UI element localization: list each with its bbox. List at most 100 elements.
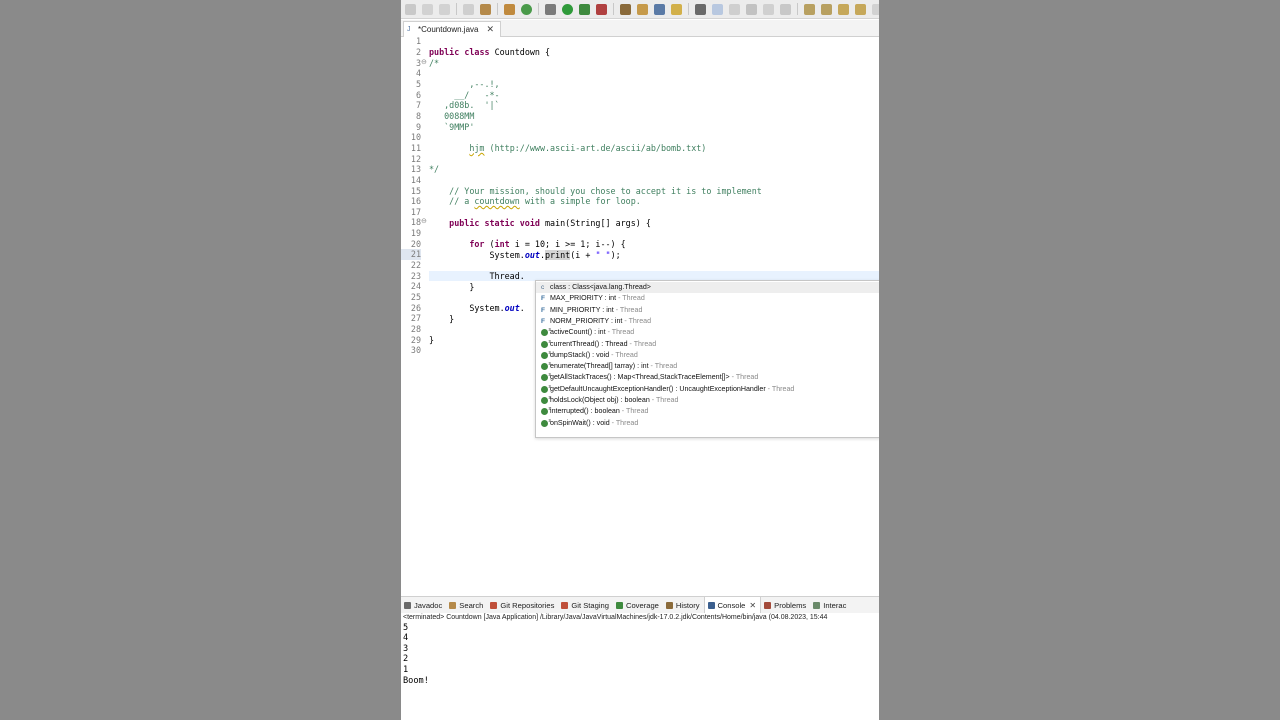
- completion-item[interactable]: getAllStackTraces() : Map<Thread,StackTr…: [536, 372, 879, 383]
- ascii-art-line: ,--.!,: [429, 79, 500, 89]
- save-all-icon[interactable]: [439, 3, 450, 15]
- completion-name: activeCount() : int: [550, 328, 606, 337]
- line-number: 30: [410, 345, 421, 356]
- prev-annotation-icon[interactable]: [821, 3, 832, 15]
- static-method-icon: [541, 361, 551, 370]
- console-view[interactable]: <terminated> Countdown [Java Application…: [401, 613, 879, 720]
- tab-label: Problems: [774, 600, 807, 610]
- static-method-icon: [541, 418, 551, 427]
- tab-coverage[interactable]: Coverage: [613, 597, 663, 613]
- tab-git-repositories[interactable]: Git Repositories: [487, 597, 558, 613]
- line-number: 25: [410, 292, 421, 302]
- completion-item[interactable]: onSpinWait() : void - Thread: [536, 418, 879, 429]
- open-task-icon[interactable]: [671, 3, 682, 15]
- pilcrow-icon[interactable]: [763, 3, 774, 15]
- completion-item[interactable]: F NORM_PRIORITY : int - Thread: [536, 316, 879, 327]
- new-icon[interactable]: [405, 3, 416, 15]
- completion-item[interactable]: interrupted() : boolean - Thread: [536, 406, 879, 417]
- completion-owner: - Thread: [649, 396, 679, 404]
- close-icon[interactable]: ✕: [749, 601, 756, 610]
- search-icon: [449, 601, 457, 609]
- static-field-icon: F: [541, 317, 545, 325]
- static-method-icon: [541, 350, 551, 359]
- fold-toggle-icon[interactable]: ⊖: [421, 217, 427, 228]
- ascii-art-line: __/ -*-: [429, 89, 500, 100]
- block-selection-icon[interactable]: [746, 3, 757, 15]
- toolbar-separator: [497, 3, 498, 15]
- debug-icon[interactable]: [545, 3, 556, 15]
- code-line: /*: [429, 57, 440, 68]
- completion-name: getDefaultUncaughtExceptionHandler() : U…: [550, 384, 766, 393]
- tab-label: Interac: [823, 600, 847, 610]
- highlight-icon[interactable]: [712, 3, 723, 15]
- split-editor-icon[interactable]: [780, 3, 791, 15]
- search-tool-icon[interactable]: [695, 3, 706, 15]
- completion-text: currentThread() : Thread - Thread: [550, 339, 656, 350]
- open-type-icon[interactable]: [654, 3, 665, 15]
- line-number: 5: [415, 79, 421, 89]
- external-tools-icon[interactable]: [596, 3, 607, 15]
- completion-owner: - Thread: [609, 418, 639, 427]
- git-repositories-icon: [490, 601, 498, 609]
- open-folder-icon[interactable]: [637, 3, 648, 15]
- comment-text: // a: [429, 196, 475, 207]
- nav-back-icon[interactable]: [872, 3, 879, 15]
- method-signature: main(String[] args) {: [539, 217, 651, 228]
- tab-history[interactable]: History: [663, 597, 704, 613]
- completion-name: dumpStack() : void: [550, 350, 610, 359]
- completion-item[interactable]: enumerate(Thread[] tarray) : int - Threa…: [536, 361, 879, 372]
- completion-owner: - Thread: [648, 362, 678, 371]
- completion-item[interactable]: getDefaultUncaughtExceptionHandler() : U…: [536, 384, 879, 395]
- close-icon[interactable]: ✕: [486, 24, 494, 35]
- completion-owner: - Thread: [765, 384, 795, 393]
- tab-interac[interactable]: Interac: [810, 597, 850, 613]
- line-number: 3: [415, 57, 421, 68]
- next-annotation-icon[interactable]: [804, 3, 815, 15]
- completion-item[interactable]: c class : Class<java.lang.Thread>: [536, 282, 879, 294]
- toolbar-separator: [456, 3, 457, 15]
- line-number: 21: [401, 249, 421, 260]
- refresh-icon[interactable]: [521, 3, 532, 15]
- content-assist-popup[interactable]: c class : Class<java.lang.Thread> F MAX_PRI…: [535, 280, 879, 438]
- completion-item[interactable]: currentThread() : Thread - Thread: [536, 339, 879, 350]
- static-method-icon: [541, 339, 551, 348]
- completion-text: dumpStack() : void - Thread: [550, 350, 638, 361]
- run-icon[interactable]: [562, 3, 573, 15]
- coverage-run-icon[interactable]: [579, 3, 590, 15]
- line-number: 22: [410, 260, 421, 271]
- completion-item[interactable]: dumpStack() : void - Thread: [536, 350, 879, 361]
- back-icon[interactable]: [838, 3, 849, 15]
- line-number: 14: [410, 174, 421, 185]
- completion-item[interactable]: F MIN_PRIORITY : int - Thread: [536, 305, 879, 316]
- completion-item[interactable]: holdsLock(Object obj) : boolean - Thread: [536, 395, 879, 406]
- tab-search[interactable]: Search: [446, 597, 487, 613]
- save-icon[interactable]: [422, 3, 433, 15]
- occurrence-highlight: print: [545, 249, 571, 260]
- completion-item[interactable]: F MAX_PRIORITY : int - Thread: [536, 293, 879, 304]
- tab-console[interactable]: Console ✕: [703, 597, 762, 613]
- editor-tab-countdown[interactable]: J *Countdown.java ✕: [403, 21, 502, 37]
- new-project-icon[interactable]: [620, 3, 631, 15]
- package-icon[interactable]: [504, 3, 515, 15]
- forward-icon[interactable]: [855, 3, 866, 15]
- java-file-icon: J: [407, 25, 411, 33]
- line-number: 2: [415, 47, 421, 58]
- completion-owner: - Thread: [613, 305, 643, 314]
- code-line: */: [429, 164, 440, 175]
- line-number-gutter: 1 2 3 4 5 6 7 8 9 10 11 12 13 14 15 16 17 18 19 20 21 22 23 24 2…: [401, 37, 425, 592]
- tools-icon[interactable]: [480, 3, 491, 15]
- completion-name: getAllStackTraces() : Map<Thread,StackTr…: [550, 373, 730, 382]
- tab-git-staging[interactable]: Git Staging: [558, 597, 613, 613]
- toolbar-separator: [613, 3, 614, 15]
- completion-text: activeCount() : int - Thread: [550, 327, 634, 338]
- tab-problems[interactable]: Problems: [761, 597, 810, 613]
- code-line: for (int i = 10; i >= 1; i--) {: [429, 239, 625, 250]
- console-process-status: <terminated> Countdown [Java Application…: [403, 614, 828, 621]
- completion-text: MAX_PRIORITY : int - Thread: [550, 293, 645, 304]
- terminal-icon[interactable]: [463, 3, 474, 15]
- tab-javadoc[interactable]: Javadoc: [401, 597, 446, 613]
- completion-item[interactable]: activeCount() : int - Thread: [536, 327, 879, 338]
- show-whitespace-icon[interactable]: [729, 3, 740, 15]
- fold-toggle-icon[interactable]: ⊖: [421, 58, 427, 69]
- code-line: }: [429, 314, 454, 325]
